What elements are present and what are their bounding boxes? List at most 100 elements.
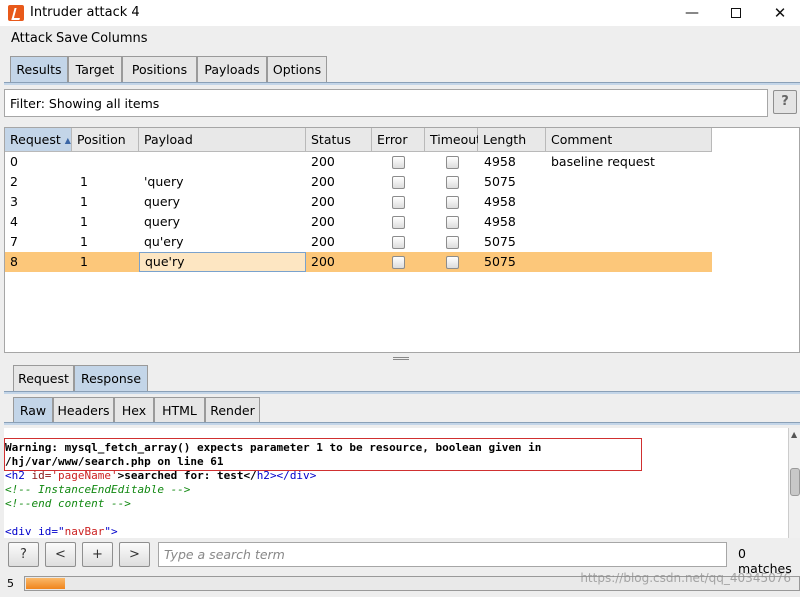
warning-path-line: /hj/var/www/search.php on line 61 bbox=[5, 455, 224, 468]
column-header-status[interactable]: Status bbox=[306, 128, 372, 152]
window-title: Intruder attack 4 bbox=[30, 5, 140, 20]
close-button[interactable]: ✕ bbox=[765, 3, 795, 23]
error-checkbox[interactable] bbox=[392, 256, 405, 269]
minimize-button[interactable]: — bbox=[677, 3, 707, 23]
cell-status: 200 bbox=[311, 214, 335, 229]
error-checkbox[interactable] bbox=[392, 216, 405, 229]
column-header-comment[interactable]: Comment bbox=[546, 128, 712, 152]
timeout-checkbox[interactable] bbox=[446, 176, 459, 189]
table-row[interactable]: 3 1 query 200 4958 bbox=[5, 192, 712, 212]
tab-positions[interactable]: Positions bbox=[122, 56, 197, 83]
error-checkbox[interactable] bbox=[392, 236, 405, 249]
tab-results[interactable]: Results bbox=[10, 56, 68, 83]
cell-status: 200 bbox=[311, 254, 335, 269]
warning-line: Warning: mysql_fetch_array() expects par… bbox=[5, 441, 542, 454]
cell-payload: query bbox=[144, 214, 181, 229]
tab-raw[interactable]: Raw bbox=[13, 397, 53, 423]
help-button[interactable]: ? bbox=[773, 90, 797, 114]
cell-comment bbox=[546, 192, 551, 212]
filter-bar[interactable]: Filter: Showing all items bbox=[4, 89, 768, 117]
table-row[interactable]: 4 1 query 200 4958 bbox=[5, 212, 712, 232]
cell-length: 5075 bbox=[484, 174, 516, 189]
search-input[interactable]: Type a search term bbox=[158, 542, 727, 567]
error-checkbox[interactable] bbox=[392, 156, 405, 169]
column-header-timeout[interactable]: Timeout bbox=[425, 128, 481, 152]
timeout-checkbox[interactable] bbox=[446, 196, 459, 209]
cell-status: 200 bbox=[311, 154, 335, 169]
request-count: 5 bbox=[7, 577, 14, 590]
column-header-request[interactable]: Request ▲ bbox=[5, 128, 72, 152]
scroll-up-icon[interactable]: ▲ bbox=[791, 430, 797, 439]
cell-status: 200 bbox=[311, 174, 335, 189]
search-help-button[interactable]: ? bbox=[8, 542, 39, 567]
sort-ascending-icon: ▲ bbox=[64, 136, 71, 145]
table-row[interactable]: 7 1 qu'ery 200 5075 bbox=[5, 232, 712, 252]
cell-status: 200 bbox=[311, 194, 335, 209]
cell-request: 2 bbox=[10, 174, 18, 189]
cell-comment: baseline request bbox=[551, 154, 655, 169]
cell-payload bbox=[139, 152, 144, 172]
timeout-checkbox[interactable] bbox=[446, 256, 459, 269]
cell-position: 1 bbox=[80, 234, 88, 249]
message-tab-divider bbox=[4, 391, 800, 394]
response-body[interactable]: Warning: mysql_fetch_array() expects par… bbox=[4, 428, 788, 538]
search-add-button[interactable]: + bbox=[82, 542, 113, 567]
cell-payload: query bbox=[144, 194, 181, 209]
title-bar: Intruder attack 4 — ✕ bbox=[0, 0, 800, 26]
table-row[interactable]: 2 1 'query 200 5075 bbox=[5, 172, 712, 192]
cell-length: 4958 bbox=[484, 194, 516, 209]
timeout-checkbox[interactable] bbox=[446, 216, 459, 229]
tab-hex[interactable]: Hex bbox=[114, 397, 154, 423]
column-header-error[interactable]: Error bbox=[372, 128, 425, 152]
menu-columns[interactable]: Columns bbox=[91, 31, 148, 46]
search-previous-button[interactable]: < bbox=[45, 542, 76, 567]
search-next-button[interactable]: > bbox=[119, 542, 150, 567]
cell-payload: qu'ery bbox=[144, 234, 184, 249]
response-comment: <!-- InstanceEndEditable --> bbox=[5, 483, 191, 496]
scrollbar-thumb[interactable] bbox=[790, 468, 800, 496]
cell-position bbox=[72, 152, 77, 172]
maximize-button[interactable] bbox=[721, 3, 751, 23]
cell-position: 1 bbox=[80, 254, 88, 269]
table-row-selected[interactable]: 8 1 que'ry 200 5075 bbox=[5, 252, 712, 272]
response-comment: <!--end content --> bbox=[5, 497, 131, 510]
timeout-checkbox[interactable] bbox=[446, 156, 459, 169]
error-checkbox[interactable] bbox=[392, 196, 405, 209]
cell-length: 4958 bbox=[484, 154, 516, 169]
cell-comment bbox=[546, 172, 551, 192]
timeout-checkbox[interactable] bbox=[446, 236, 459, 249]
cell-length: 4958 bbox=[484, 214, 516, 229]
response-scrollbar[interactable]: ▲ bbox=[788, 428, 800, 538]
tab-divider bbox=[4, 82, 800, 85]
results-table: Request ▲ Position Payload Status Error T… bbox=[4, 127, 800, 353]
column-header-payload[interactable]: Payload bbox=[139, 128, 306, 152]
view-tab-divider bbox=[4, 422, 800, 425]
filter-label: Filter: Showing all items bbox=[10, 96, 160, 111]
watermark: https://blog.csdn.net/qq_40345076 bbox=[580, 571, 791, 585]
response-line-h2: <h2 id='pageName'>searched for: test</h2… bbox=[5, 469, 317, 482]
table-row[interactable]: 0 200 4958 baseline request bbox=[5, 152, 712, 172]
tab-render[interactable]: Render bbox=[205, 397, 260, 423]
burp-app-icon bbox=[8, 5, 24, 21]
tab-options[interactable]: Options bbox=[267, 56, 327, 83]
cell-request: 8 bbox=[10, 254, 18, 269]
cell-request: 4 bbox=[10, 214, 18, 229]
cell-request: 7 bbox=[10, 234, 18, 249]
cell-position: 1 bbox=[80, 194, 88, 209]
tab-html[interactable]: HTML bbox=[154, 397, 205, 423]
tab-payloads[interactable]: Payloads bbox=[197, 56, 267, 83]
tab-target[interactable]: Target bbox=[68, 56, 122, 83]
pane-splitter-handle[interactable] bbox=[393, 357, 409, 360]
cell-position: 1 bbox=[80, 214, 88, 229]
cell-comment bbox=[546, 212, 551, 232]
tab-request[interactable]: Request bbox=[13, 365, 74, 392]
tab-response[interactable]: Response bbox=[74, 365, 148, 392]
menu-attack[interactable]: Attack bbox=[11, 31, 53, 46]
column-header-position[interactable]: Position bbox=[72, 128, 139, 152]
error-checkbox[interactable] bbox=[392, 176, 405, 189]
cell-payload-focused[interactable]: que'ry bbox=[139, 252, 306, 272]
progress-fill bbox=[26, 578, 65, 589]
menu-save[interactable]: Save bbox=[56, 31, 88, 46]
tab-headers[interactable]: Headers bbox=[53, 397, 114, 423]
column-header-length[interactable]: Length bbox=[478, 128, 546, 152]
